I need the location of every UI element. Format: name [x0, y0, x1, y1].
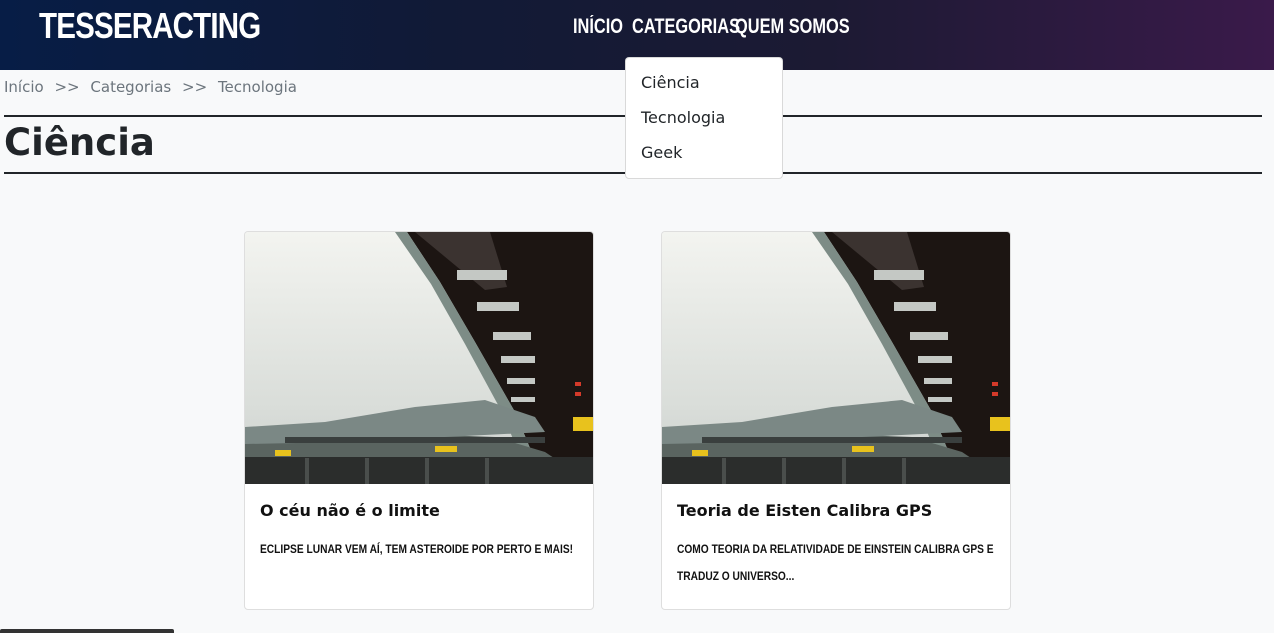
dropdown-item-tecnologia[interactable]: Tecnologia	[641, 108, 725, 128]
article-thumbnail-image	[662, 232, 1010, 484]
page-title: Ciência	[4, 121, 155, 164]
article-card[interactable]: Teoria de Eisten Calibra GPS Como teoria…	[661, 231, 1011, 610]
article-title[interactable]: Teoria de Eisten Calibra GPS	[677, 500, 932, 522]
categorias-dropdown-menu: Ciência Tecnologia Geek	[625, 57, 783, 179]
article-card[interactable]: O céu não é o limite Eclipse lunar vem a…	[244, 231, 594, 610]
brand-logo-link[interactable]: TESSERACTING	[39, 4, 261, 48]
article-summary: Como teoria da relatividade de Einstein …	[677, 542, 994, 583]
breadcrumb-separator: >>	[182, 78, 208, 96]
dropdown-item-ciencia[interactable]: Ciência	[641, 73, 700, 93]
article-title[interactable]: O céu não é o limite	[260, 500, 440, 522]
breadcrumb-separator: >>	[54, 78, 80, 96]
breadcrumb-item-tecnologia[interactable]: Tecnologia	[218, 78, 297, 96]
nav-link-quem-somos[interactable]: QUEM SOMOS	[735, 14, 850, 40]
horizontal-scrollbar[interactable]	[0, 629, 174, 633]
breadcrumb-item-inicio[interactable]: Início	[4, 78, 44, 96]
nav-link-inicio[interactable]: INÍCIO	[573, 14, 623, 40]
article-thumbnail-image	[245, 232, 593, 484]
nav-link-categorias[interactable]: CATEGORIAS	[632, 14, 740, 40]
dropdown-item-geek[interactable]: Geek	[641, 143, 682, 163]
breadcrumb: Início >> Categorias >> Tecnologia	[4, 78, 303, 98]
breadcrumb-item-categorias[interactable]: Categorias	[90, 78, 171, 96]
article-summary: Eclipse lunar vem aí, tem asteroide por …	[260, 542, 574, 556]
